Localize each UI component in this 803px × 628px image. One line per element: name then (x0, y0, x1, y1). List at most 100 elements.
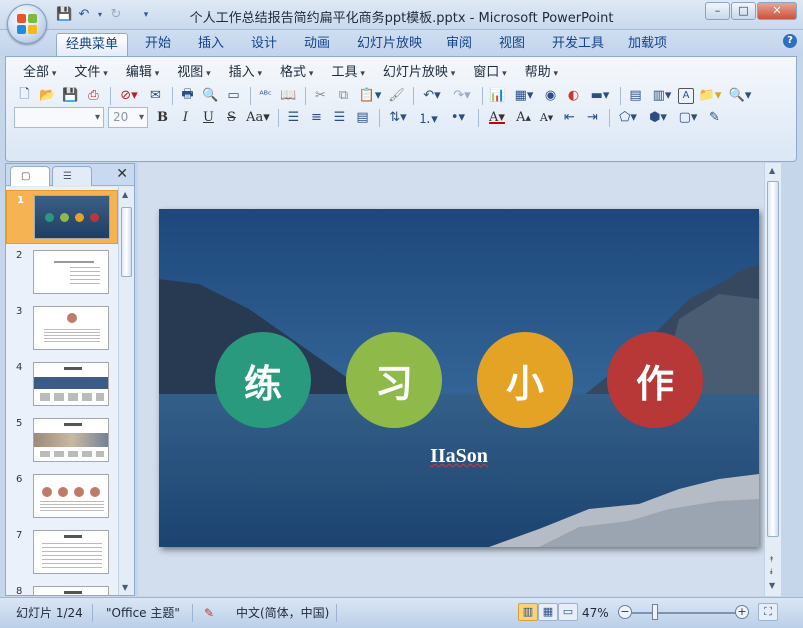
italic-button[interactable]: I (175, 107, 196, 128)
menu-slideshow[interactable]: 幻灯片放映 (374, 64, 464, 82)
format-painter-icon[interactable]: 🖌 (386, 85, 407, 106)
current-slide[interactable]: 练 习 小 作 IIaSon (159, 209, 759, 547)
pdf-icon[interactable]: ⎙ (83, 85, 104, 106)
previous-slide-icon[interactable]: ⯭ (769, 555, 774, 565)
shape-fill-icon[interactable]: ⬢▾ (644, 107, 672, 128)
align-left-icon[interactable]: ☰ (283, 107, 304, 128)
menu-edit[interactable]: 编辑 (117, 64, 168, 82)
align-center-icon[interactable]: ≡ (306, 107, 327, 128)
next-slide-icon[interactable]: ⯯ (769, 567, 774, 577)
font-name-combo[interactable] (14, 107, 104, 128)
underline-button[interactable]: U (198, 107, 219, 128)
normal-view-button[interactable]: ▥ (518, 603, 538, 621)
menu-tools[interactable]: 工具 (322, 64, 373, 82)
minimize-button[interactable]: – (705, 2, 730, 20)
slide-thumbnail[interactable]: 7 (6, 526, 118, 580)
slide-thumbnail[interactable]: 6 (6, 470, 118, 524)
scroll-down-icon[interactable]: ▼ (769, 581, 775, 590)
maximize-button[interactable]: □ (731, 2, 756, 20)
close-panel-icon[interactable]: ✕ (116, 166, 128, 182)
cut-icon[interactable]: ✂ (310, 85, 331, 106)
tab-review[interactable]: 审阅 (437, 33, 481, 56)
slide-sorter-button[interactable]: ▦ (538, 603, 558, 621)
numbering-icon[interactable]: ⒈▾ (414, 107, 442, 128)
font-size-combo[interactable]: 20 (108, 107, 148, 128)
new-slide-icon[interactable]: ▤ (625, 85, 646, 106)
strikethrough-icon[interactable]: S (221, 107, 242, 128)
research-icon[interactable]: 📖 (278, 85, 299, 106)
chart-icon[interactable]: 📊 (487, 85, 508, 106)
shapes-icon[interactable]: ⬠▾ (614, 107, 642, 128)
permission-icon[interactable]: ⊘▾ (115, 85, 143, 106)
shape-outline-icon[interactable]: ▢▾ (674, 107, 702, 128)
close-button[interactable]: ✕ (757, 2, 797, 20)
folder-icon[interactable]: 📁▾ (696, 85, 724, 106)
tab-addins[interactable]: 加载项 (619, 33, 676, 56)
undo-icon[interactable]: ↶▾ (418, 85, 446, 106)
menu-file[interactable]: 文件 (65, 64, 116, 82)
textbox-icon[interactable]: A (678, 87, 694, 104)
slide-thumbnail[interactable]: 3 (6, 302, 118, 356)
zoom-in-button[interactable]: + (735, 605, 749, 619)
slide-thumbnail[interactable]: 5 (6, 414, 118, 468)
scroll-up-icon[interactable]: ▲ (122, 190, 128, 199)
bold-button[interactable]: B (152, 107, 173, 128)
layout-icon[interactable]: ▬▾ (586, 85, 614, 106)
new-icon[interactable]: 🗋 (14, 85, 35, 106)
fit-to-window-button[interactable]: ⛶ (758, 603, 778, 621)
help-icon[interactable]: ? (783, 34, 797, 48)
font-color-icon[interactable]: A▾ (483, 107, 511, 128)
clipart-icon[interactable]: ◉ (540, 85, 561, 106)
tab-animation[interactable]: 动画 (295, 33, 339, 56)
editor-scrollbar[interactable]: ▲ ⯭ ⯯ ▼ (764, 163, 781, 596)
zoom-out-button[interactable]: − (618, 605, 632, 619)
grow-font-icon[interactable]: A ▲ (513, 107, 534, 128)
align-right-icon[interactable]: ☰ (329, 107, 350, 128)
tab-home[interactable]: 开始 (136, 33, 180, 56)
shape-effects-icon[interactable]: ✎ (704, 107, 725, 128)
open-icon[interactable]: 📂 (37, 85, 58, 106)
tab-design[interactable]: 设计 (242, 33, 286, 56)
author-text[interactable]: IIaSon (159, 445, 759, 468)
tab-view[interactable]: 视图 (490, 33, 534, 56)
tab-insert[interactable]: 插入 (189, 33, 233, 56)
print-preview-icon[interactable]: 🔍 (200, 85, 221, 106)
office-button[interactable] (7, 4, 47, 44)
increase-indent-icon[interactable]: ⇥ (582, 107, 603, 128)
decrease-indent-icon[interactable]: ⇤ (559, 107, 580, 128)
change-case-button[interactable]: Aa ▾ (244, 107, 272, 128)
slide-thumbnail[interactable]: 4 (6, 358, 118, 412)
slides-scrollbar[interactable]: ▲ ▼ (118, 187, 134, 595)
copy-icon[interactable]: ⧉ (333, 85, 354, 106)
save-icon[interactable]: 💾 (60, 85, 81, 106)
menu-view[interactable]: 视图 (168, 64, 219, 82)
slide-thumbnail[interactable]: 1 (6, 190, 118, 244)
zoom-slider[interactable] (632, 612, 742, 614)
zoom-level[interactable]: 47% (582, 603, 609, 623)
slide-thumbnail[interactable]: 8 (6, 582, 118, 595)
tab-classic-menu[interactable]: 经典菜单 (56, 33, 129, 56)
text-direction-icon[interactable]: ⇅▾ (384, 107, 412, 128)
find-icon[interactable]: 🔍▾ (726, 85, 754, 106)
paste-icon[interactable]: 📋▾ (356, 85, 384, 106)
slide-layout-icon[interactable]: ▥▾ (648, 85, 676, 106)
scroll-up-icon[interactable]: ▲ (769, 166, 775, 175)
scroll-thumb[interactable] (767, 181, 779, 537)
zoom-slider-thumb[interactable] (652, 604, 658, 620)
bullets-icon[interactable]: •▾ (444, 107, 472, 128)
menu-insert[interactable]: 插入 (220, 64, 271, 82)
menu-format[interactable]: 格式 (271, 64, 322, 82)
menu-window[interactable]: 窗口 (464, 64, 515, 82)
tab-outline[interactable]: ☰ (52, 166, 92, 186)
color-grayscale-icon[interactable]: ◐ (563, 85, 584, 106)
language-indicator[interactable]: 中文(简体，中国) (236, 603, 329, 623)
email-icon[interactable]: ✉ (145, 85, 166, 106)
spell-check-icon[interactable]: ✎ (204, 603, 214, 623)
slide-view-icon[interactable]: ▭ (223, 85, 244, 106)
tab-slides[interactable]: ▢ (10, 166, 50, 186)
spelling-icon[interactable]: ᴬᴮᶜ (255, 85, 276, 106)
table-icon[interactable]: ▦▾ (510, 85, 538, 106)
slideshow-button[interactable]: ▭ (558, 603, 578, 621)
tab-developer[interactable]: 开发工具 (543, 33, 613, 56)
scroll-thumb[interactable] (121, 207, 132, 277)
